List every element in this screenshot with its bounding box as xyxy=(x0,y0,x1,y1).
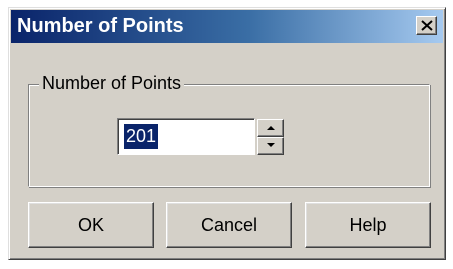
spin-down-button[interactable] xyxy=(257,137,284,155)
close-icon xyxy=(421,20,433,31)
spin-up-button[interactable] xyxy=(257,119,284,137)
close-button[interactable] xyxy=(416,16,437,35)
arrow-up-icon xyxy=(267,126,275,130)
number-of-points-value: 201 xyxy=(124,124,159,149)
number-of-points-dialog: Number of Points Number of Points 201 OK… xyxy=(8,7,446,260)
title-bar[interactable]: Number of Points xyxy=(11,10,443,43)
groupbox-label: Number of Points xyxy=(39,71,185,95)
dialog-title: Number of Points xyxy=(17,15,184,37)
number-of-points-input[interactable]: 201 xyxy=(117,118,255,155)
help-button[interactable]: Help xyxy=(305,202,431,248)
cancel-button[interactable]: Cancel xyxy=(166,202,292,248)
ok-button[interactable]: OK xyxy=(28,202,154,248)
arrow-down-icon xyxy=(267,143,275,147)
